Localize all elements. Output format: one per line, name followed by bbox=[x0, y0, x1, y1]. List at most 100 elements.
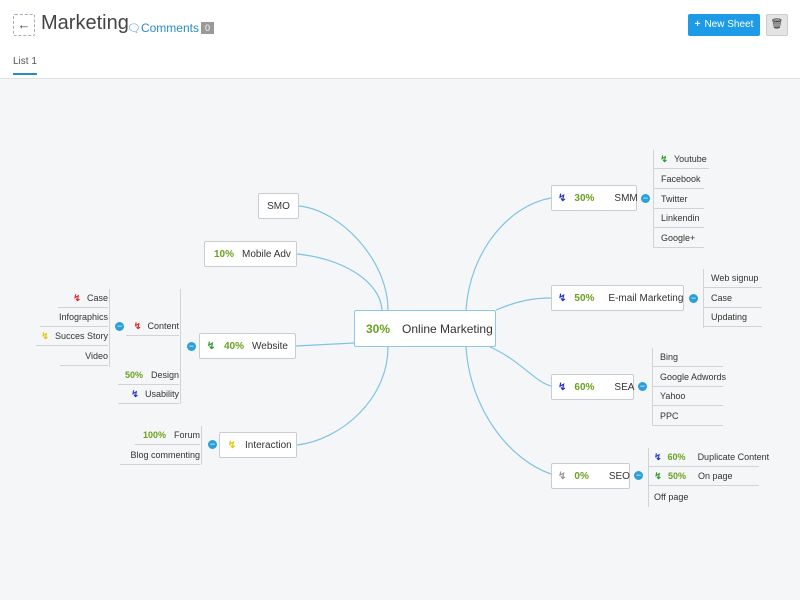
leaf-google-adwords[interactable]: Google Adwords bbox=[653, 368, 727, 387]
connector-email bbox=[495, 297, 552, 311]
leaf-label: Blog commenting bbox=[130, 450, 200, 460]
leaf-percent: 50% bbox=[668, 471, 687, 481]
leaf-label: Web signup bbox=[711, 273, 759, 283]
lightning-icon: ↯ bbox=[73, 292, 81, 303]
leaf-label: Twitter bbox=[661, 194, 688, 204]
node-label: SEO bbox=[608, 470, 630, 482]
leaf-case[interactable]: ↯ Case bbox=[58, 289, 108, 308]
node-label: E-mail Marketing bbox=[608, 292, 684, 304]
leaf-label: Yahoo bbox=[660, 391, 686, 401]
content-children-line bbox=[109, 289, 110, 367]
root-label: Online Marketing bbox=[402, 321, 493, 336]
collapse-interaction-button[interactable]: − bbox=[208, 440, 217, 449]
node-percent: 30% bbox=[574, 192, 595, 204]
leaf-infographics[interactable]: Infographics bbox=[40, 308, 108, 327]
leaf-label: Bing bbox=[660, 352, 679, 362]
leaf-bing[interactable]: Bing bbox=[653, 348, 723, 367]
leaf-label: Case bbox=[711, 293, 733, 303]
node-label: Website bbox=[252, 340, 288, 352]
node-content[interactable]: ↯ Content bbox=[126, 317, 179, 336]
node-label: SMM bbox=[614, 192, 638, 204]
leaf-case[interactable]: Case bbox=[704, 289, 762, 308]
connector-website bbox=[295, 342, 355, 347]
leaf-youtube[interactable]: ↯ Youtube bbox=[654, 150, 709, 169]
node-interaction[interactable]: ↯ Interaction bbox=[219, 432, 297, 458]
root-percent: 30% bbox=[366, 321, 391, 336]
leaf-google-plus[interactable]: Google+ bbox=[654, 229, 704, 248]
leaf-forum[interactable]: 100% Forum bbox=[135, 426, 200, 445]
website-children-line bbox=[180, 289, 181, 404]
collapse-content-button[interactable]: − bbox=[115, 322, 124, 331]
leaf-label: Case bbox=[86, 293, 108, 303]
interaction-children-line bbox=[201, 426, 202, 465]
leaf-updating[interactable]: Updating bbox=[704, 308, 762, 327]
leaf-label: Facebook bbox=[661, 174, 701, 184]
leaf-on-page[interactable]: ↯ 50% On page bbox=[649, 467, 759, 486]
leaf-video[interactable]: Video bbox=[60, 347, 108, 366]
leaf-facebook[interactable]: Facebook bbox=[654, 170, 704, 189]
leaf-yahoo[interactable]: Yahoo bbox=[653, 387, 723, 406]
leaf-label: Succes Story bbox=[54, 331, 108, 341]
connector-interaction bbox=[296, 346, 389, 446]
lightning-icon: ↯ bbox=[654, 451, 662, 462]
leaf-succes-story[interactable]: ↯ Succes Story bbox=[36, 327, 108, 346]
leaf-twitter[interactable]: Twitter bbox=[654, 190, 704, 209]
node-email-marketing[interactable]: ↯ 50% E-mail Marketing bbox=[551, 285, 684, 311]
leaf-duplicate-content[interactable]: ↯ 60% Duplicate Content bbox=[649, 448, 769, 467]
lightning-icon: ↯ bbox=[558, 192, 567, 204]
node-mobile-adv[interactable]: 10% Mobile Adv bbox=[204, 241, 297, 267]
node-smm[interactable]: ↯ 30% SMM bbox=[551, 185, 638, 211]
collapse-seo-button[interactable]: − bbox=[634, 471, 643, 480]
node-percent: 50% bbox=[574, 292, 595, 304]
node-website[interactable]: ↯ 40% Website bbox=[199, 333, 296, 359]
leaf-label: PPC bbox=[660, 411, 679, 421]
node-seo[interactable]: ↯ 0% SEO bbox=[551, 463, 630, 489]
leaf-label: Infographics bbox=[58, 312, 108, 322]
node-percent: 40% bbox=[224, 340, 245, 352]
lightning-icon: ↯ bbox=[558, 470, 567, 482]
leaf-label: Off page bbox=[654, 491, 689, 502]
node-percent: 10% bbox=[214, 248, 235, 260]
node-label: SMO bbox=[267, 200, 290, 212]
node-label: Mobile Adv bbox=[242, 248, 291, 260]
node-design[interactable]: 50% Design bbox=[118, 366, 179, 385]
connector-smo bbox=[298, 205, 389, 311]
lightning-icon: ↯ bbox=[654, 470, 662, 481]
leaf-label: Video bbox=[85, 351, 108, 361]
lightning-icon: ↯ bbox=[206, 340, 216, 352]
leaf-label: Google Adwords bbox=[660, 372, 727, 382]
leaf-label: Usability bbox=[144, 389, 179, 399]
leaf-percent: 60% bbox=[667, 452, 686, 462]
collapse-smm-button[interactable]: − bbox=[641, 194, 650, 203]
leaf-label: Youtube bbox=[674, 154, 707, 164]
node-percent: 60% bbox=[574, 381, 595, 393]
node-label: Interaction bbox=[245, 439, 292, 451]
leaf-label: Design bbox=[150, 370, 179, 380]
connector-sea bbox=[489, 346, 552, 387]
leaf-blog-commenting[interactable]: Blog commenting bbox=[120, 446, 200, 465]
leaf-percent: 100% bbox=[142, 430, 166, 440]
lightning-icon: ↯ bbox=[660, 153, 668, 164]
lightning-icon: ↯ bbox=[41, 330, 49, 341]
node-sea[interactable]: ↯ 60% SEA bbox=[551, 374, 634, 400]
leaf-label: Forum bbox=[173, 430, 200, 440]
leaf-label: Google+ bbox=[661, 233, 696, 243]
node-smo[interactable]: SMO bbox=[258, 193, 299, 219]
leaf-linkendin[interactable]: Linkendin bbox=[654, 209, 704, 228]
connector-seo bbox=[465, 346, 552, 475]
collapse-website-button[interactable]: − bbox=[187, 342, 196, 351]
root-node[interactable]: 30% Online Marketing bbox=[354, 310, 496, 347]
leaf-label: Duplicate Content bbox=[697, 452, 770, 462]
collapse-sea-button[interactable]: − bbox=[638, 382, 647, 391]
node-label: SEA bbox=[614, 381, 635, 393]
leaf-label: On page bbox=[698, 471, 733, 481]
collapse-email-button[interactable]: − bbox=[689, 294, 698, 303]
leaf-percent: 50% bbox=[124, 370, 143, 380]
lightning-icon: ↯ bbox=[227, 439, 237, 451]
connector-smm bbox=[465, 197, 552, 311]
leaf-web-signup[interactable]: Web signup bbox=[704, 269, 762, 288]
node-usability[interactable]: ↯ Usability bbox=[118, 385, 179, 404]
leaf-off-page[interactable]: Off page bbox=[649, 487, 699, 506]
leaf-ppc[interactable]: PPC bbox=[653, 407, 723, 426]
lightning-icon: ↯ bbox=[131, 388, 139, 399]
